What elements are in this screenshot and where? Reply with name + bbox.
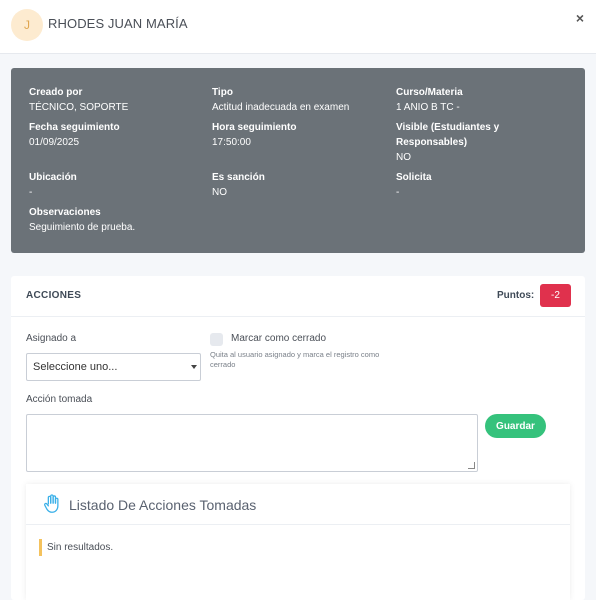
info-label: Solicita [396, 172, 432, 183]
action-taken-label: Acción tomada [26, 394, 93, 405]
hand-icon [44, 494, 59, 513]
info-value: NO [396, 152, 411, 163]
info-follow-date: Fecha seguimiento 01/09/2025 [29, 120, 120, 150]
avatar: J [11, 9, 43, 41]
chevron-down-icon [191, 365, 197, 369]
info-follow-time: Hora seguimiento 17:50:00 [212, 120, 296, 150]
save-button[interactable]: Guardar [485, 414, 546, 438]
assignee-select-value: Seleccione uno... [33, 361, 118, 373]
info-panel: Creado por TÉCNICO, SOPORTE Tipo Actitud… [11, 68, 585, 253]
info-value: - [396, 187, 400, 198]
info-sanction: Es sanción NO [212, 170, 265, 200]
info-created-by: Creado por TÉCNICO, SOPORTE [29, 85, 128, 115]
info-value: - [29, 187, 33, 198]
points-value: -2 [551, 290, 560, 301]
info-label: Observaciones [29, 207, 101, 218]
info-label: Hora seguimiento [212, 122, 297, 133]
info-requests: Solicita - [396, 170, 432, 200]
student-name: RHODES JUAN MARÍA [48, 16, 188, 31]
divider [11, 316, 585, 317]
info-course: Curso/Materia 1 ANIO B TC - [396, 85, 463, 115]
action-taken-textarea[interactable] [26, 414, 478, 472]
actions-list-card: Listado De Acciones Tomadas Sin resultad… [26, 484, 570, 600]
avatar-initial: J [24, 18, 30, 32]
mark-closed-help: Quita al usuario asignado y marca el reg… [210, 350, 380, 369]
actions-list-title: Listado De Acciones Tomadas [69, 497, 257, 513]
info-value: Actitud inadecuada en examen [212, 102, 350, 113]
info-value: Seguimiento de prueba. [29, 222, 136, 233]
resize-handle[interactable] [468, 462, 475, 469]
info-label: Responsables) [396, 137, 468, 148]
modal-header: J RHODES JUAN MARÍA × [0, 0, 596, 54]
empty-marker [39, 539, 42, 556]
info-label: Es sanción [212, 172, 265, 183]
info-value: NO [212, 187, 227, 198]
info-label: Visible (Estudiantes y [396, 122, 500, 133]
points-badge: -2 [540, 284, 571, 307]
info-type: Tipo Actitud inadecuada en examen [212, 85, 349, 115]
info-value: 17:50:00 [212, 137, 251, 148]
info-label: Creado por [29, 87, 83, 98]
info-value: 1 ANIO B TC - [396, 102, 460, 113]
assign-label: Asignado a [26, 333, 77, 344]
empty-text: Sin resultados. [47, 542, 114, 553]
info-value: TÉCNICO, SOPORTE [29, 102, 129, 113]
actions-card: ACCIONES Puntos: -2 Asignado a Seleccion… [11, 276, 585, 600]
actions-title: ACCIONES [26, 290, 82, 301]
points-label: Puntos: [497, 290, 535, 301]
info-visible: Visible (Estudiantes y Responsables) NO [396, 120, 499, 165]
info-label: Ubicación [29, 172, 77, 183]
info-label: Curso/Materia [396, 87, 463, 98]
info-label: Tipo [212, 87, 233, 98]
assignee-select[interactable]: Seleccione uno... [26, 353, 201, 381]
actions-list-header: Listado De Acciones Tomadas [26, 484, 570, 525]
info-location: Ubicación - [29, 170, 77, 200]
info-observations: Observaciones Seguimiento de prueba. [29, 205, 135, 235]
info-label: Fecha seguimiento [29, 122, 120, 133]
mark-closed-label[interactable]: Marcar como cerrado [231, 333, 326, 344]
mark-closed-checkbox[interactable] [210, 333, 223, 346]
info-value: 01/09/2025 [29, 137, 80, 148]
close-icon[interactable]: × [576, 10, 584, 26]
